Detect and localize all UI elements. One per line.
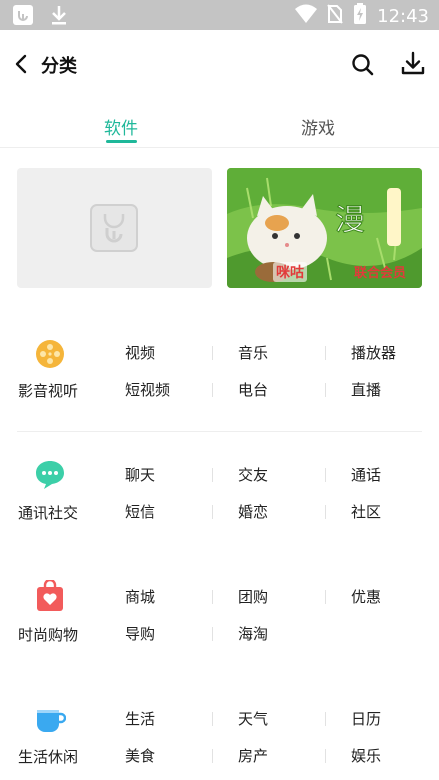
category-name: 时尚购物: [18, 626, 79, 644]
subcategory-item[interactable]: 团购: [238, 586, 268, 607]
subcategory-item[interactable]: 交友: [238, 464, 268, 485]
app-notification-icon: [12, 4, 34, 30]
banner-placeholder[interactable]: [17, 168, 212, 288]
tab-software[interactable]: 软件: [104, 114, 138, 139]
back-button[interactable]: [10, 52, 34, 76]
subcategory-item[interactable]: 音乐: [238, 342, 268, 363]
separator: [212, 627, 213, 641]
category-social: 通讯社交 聊天 交友 通话 短信 婚恋 社区: [0, 440, 439, 550]
film-reel-icon: [36, 340, 64, 368]
separator: [212, 505, 213, 519]
page-title: 分类: [41, 56, 77, 77]
separator: [212, 590, 213, 604]
chat-bubble-icon: [36, 461, 64, 489]
subcategory-item[interactable]: 播放器: [351, 342, 396, 363]
subcategory-item[interactable]: 直播: [351, 379, 381, 400]
separator: [325, 505, 326, 519]
download-icon: [401, 51, 425, 75]
tab-games[interactable]: 游戏: [301, 114, 335, 139]
separator: [325, 712, 326, 726]
subcategory-item[interactable]: 短信: [125, 501, 155, 522]
banner-brand-label: 咪咕: [273, 262, 307, 282]
svg-text:漫: 漫: [335, 203, 365, 238]
banner-member-label: 联合会员: [353, 266, 406, 281]
active-tab-indicator: [106, 140, 137, 143]
separator: [212, 346, 213, 360]
download-notification-icon: [50, 4, 68, 30]
subcategory-item[interactable]: 天气: [238, 708, 268, 729]
category-shopping: 时尚购物 商城 团购 优惠 导购 海淘: [0, 562, 439, 672]
search-icon: [352, 54, 374, 76]
shopping-bag-icon: [37, 580, 63, 611]
wifi-icon: [295, 4, 318, 28]
separator: [212, 468, 213, 482]
subcategory-item[interactable]: 短视频: [125, 379, 170, 400]
separator: [325, 346, 326, 360]
subcategory-item[interactable]: 视频: [125, 342, 155, 363]
category-name: 通讯社交: [18, 504, 79, 522]
battery-charging-icon: [353, 3, 367, 29]
search-button[interactable]: [350, 52, 376, 78]
subcategory-item[interactable]: 导购: [125, 623, 155, 644]
subcategory-item[interactable]: 娱乐: [351, 745, 381, 766]
separator: [325, 749, 326, 763]
separator: [325, 383, 326, 397]
app-header: 分类: [0, 30, 439, 98]
category-lifestyle: 生活休闲 生活 天气 日历 美食 房产 娱乐: [0, 684, 439, 780]
category-tabs: 软件 游戏: [0, 108, 439, 148]
subcategory-item[interactable]: 商城: [125, 586, 155, 607]
subcategory-item[interactable]: 通话: [351, 464, 381, 485]
subcategory-item[interactable]: 美食: [125, 745, 155, 766]
banner-promo-migu[interactable]: 漫 咪咕 联合会员: [227, 168, 422, 288]
separator: [212, 383, 213, 397]
subcategory-item[interactable]: 日历: [351, 708, 381, 729]
section-divider: [17, 431, 422, 432]
chevron-left-icon: [15, 54, 27, 74]
category-name: 生活休闲: [18, 748, 79, 766]
subcategory-item[interactable]: 聊天: [125, 464, 155, 485]
status-time: 12:43: [377, 5, 429, 27]
cup-icon: [37, 710, 66, 732]
subcategory-item[interactable]: 电台: [238, 379, 268, 400]
subcategory-item[interactable]: 社区: [351, 501, 381, 522]
subcategory-item[interactable]: 生活: [125, 708, 155, 729]
separator: [212, 712, 213, 726]
category-name: 影音视听: [18, 382, 79, 400]
subcategory-item[interactable]: 房产: [238, 745, 268, 766]
category-media: 影音视听 视频 音乐 播放器 短视频 电台 直播: [0, 318, 439, 428]
app-store-placeholder-icon: [90, 204, 138, 252]
separator: [325, 468, 326, 482]
subcategory-item[interactable]: 婚恋: [238, 501, 268, 522]
separator: [212, 749, 213, 763]
no-sim-icon: [327, 4, 343, 28]
subcategory-item[interactable]: 海淘: [238, 623, 268, 644]
download-button[interactable]: [400, 50, 426, 78]
subcategory-item[interactable]: 优惠: [351, 586, 381, 607]
separator: [325, 590, 326, 604]
status-bar: 12:43: [0, 0, 439, 30]
